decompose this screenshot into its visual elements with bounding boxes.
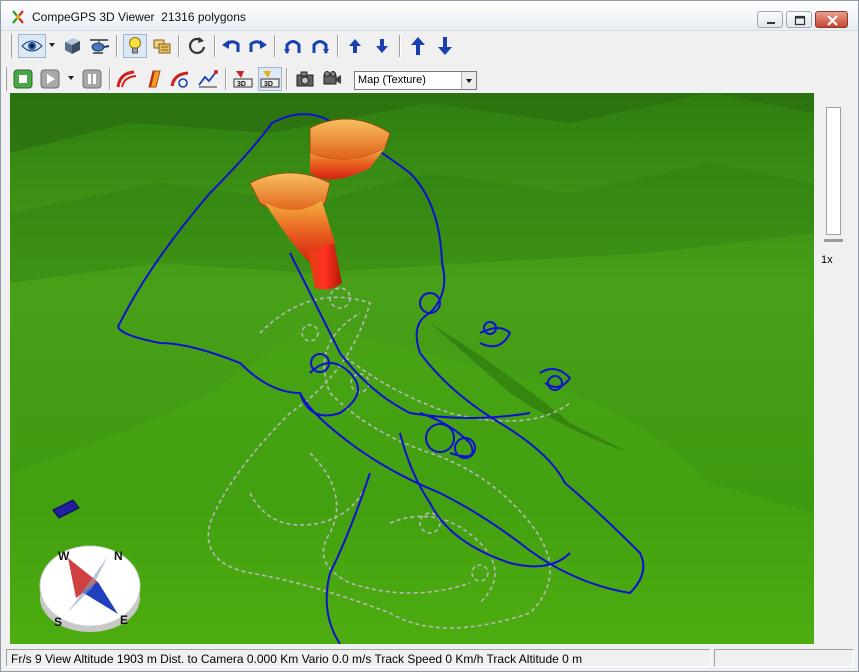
raise-icon (411, 37, 425, 55)
3d-waypoints-button[interactable]: 3D (231, 67, 255, 91)
zoom-level-label: 1x (821, 254, 833, 266)
compegps-logo-icon (12, 10, 24, 24)
raise-button[interactable] (406, 34, 430, 58)
toolbar-separator (116, 35, 118, 57)
track-profile-button[interactable] (196, 67, 220, 91)
play-dropdown-arrow[interactable] (68, 76, 74, 80)
texture-button[interactable] (150, 34, 174, 58)
view-toolbar (1, 31, 858, 62)
close-button[interactable] (815, 11, 848, 28)
pilot-position-marker (52, 499, 80, 519)
toolbar-separator (337, 35, 339, 57)
tilt-up-button[interactable] (281, 34, 305, 58)
refresh-button[interactable] (185, 34, 209, 58)
toolbar-grip[interactable] (9, 34, 12, 58)
lower-icon (438, 37, 452, 55)
track-ribbon-icon (148, 70, 161, 88)
texture-icon (153, 39, 171, 54)
toolbar-grip[interactable] (4, 67, 7, 91)
video-camera-button[interactable] (320, 67, 344, 91)
cube-icon (65, 38, 80, 54)
arrow-up-icon (349, 39, 361, 53)
compass-e-label: E (120, 613, 128, 627)
refresh-icon (189, 37, 206, 54)
compass-n-label: N (114, 549, 123, 563)
rotate-left-icon (222, 40, 240, 52)
helicopter-icon (90, 39, 110, 54)
3d-waypoints-icon: 3D (233, 71, 253, 88)
camera-icon (296, 71, 314, 87)
helicopter-view-button[interactable] (87, 34, 111, 58)
zoom-slider[interactable] (826, 107, 841, 235)
eye-view-dropdown-arrow[interactable] (49, 43, 55, 47)
status-pane-secondary (714, 649, 854, 667)
status-bar: Fr/s 9 View Altitude 1903 m Dist. to Cam… (1, 646, 858, 671)
track-profile-icon (198, 70, 218, 88)
track-shadow-icon (170, 71, 189, 88)
title-bar: CompeGPS 3D Viewer 21316 polygons (1, 1, 858, 31)
compass-w-label: W (58, 549, 70, 563)
stop-icon (13, 69, 33, 89)
camera-button[interactable] (293, 67, 317, 91)
zoom-panel: 1x (814, 93, 858, 644)
light-button[interactable] (123, 34, 147, 58)
3d-labels-button[interactable]: 3D (258, 67, 282, 91)
pause-icon (82, 69, 102, 89)
3d-viewport[interactable]: W N S E (10, 93, 814, 644)
svg-text:3D: 3D (237, 81, 246, 88)
stop-button[interactable] (11, 67, 35, 91)
tilt-up-icon (284, 40, 301, 54)
cube-view-button[interactable] (60, 34, 84, 58)
tilt-down-icon (312, 40, 329, 54)
toolbar-separator (178, 35, 180, 57)
move-down-button[interactable] (370, 34, 394, 58)
maximize-button[interactable] (786, 11, 812, 28)
track-line-button[interactable] (115, 67, 139, 91)
rotate-right-button[interactable] (246, 34, 270, 58)
map-type-value: Map (Texture) (358, 74, 426, 86)
arrow-down-icon (376, 39, 388, 53)
zoom-slider-thumb[interactable] (824, 239, 843, 242)
compass-s-label: S (54, 615, 62, 629)
move-up-button[interactable] (343, 34, 367, 58)
track-line-icon (116, 70, 137, 88)
tilt-down-button[interactable] (308, 34, 332, 58)
maximize-icon (794, 15, 806, 26)
play-icon (40, 69, 60, 89)
toolbar-separator (286, 68, 288, 90)
toolbar-separator (225, 68, 227, 90)
status-pane-main: Fr/s 9 View Altitude 1903 m Dist. to Cam… (6, 649, 711, 667)
track-shadow-button[interactable] (169, 67, 193, 91)
pause-button[interactable] (80, 67, 104, 91)
chevron-down-icon[interactable] (461, 72, 476, 89)
3d-labels-icon: 3D (260, 71, 280, 88)
toolbar-separator (109, 68, 111, 90)
eye-icon (21, 40, 43, 52)
toolbar-separator (274, 35, 276, 57)
compass-rose-icon: W N S E (39, 545, 141, 632)
minimize-icon (767, 22, 775, 24)
rotate-right-icon (249, 40, 267, 52)
track-ribbon-button[interactable] (142, 67, 166, 91)
close-icon (827, 15, 838, 26)
toolbar-separator (214, 35, 216, 57)
minimize-button[interactable] (757, 11, 783, 28)
map-type-select[interactable]: Map (Texture) (354, 71, 477, 90)
lower-button[interactable] (433, 34, 457, 58)
app-window: CompeGPS 3D Viewer 21316 polygons 3D 3D … (0, 0, 859, 672)
status-text: Fr/s 9 View Altitude 1903 m Dist. to Cam… (11, 652, 583, 666)
playback-toolbar: 3D 3D Map (Texture) (1, 64, 858, 95)
play-button[interactable] (38, 67, 62, 91)
light-bulb-icon (129, 37, 141, 54)
toolbar-separator (399, 35, 401, 57)
eye-view-button[interactable] (18, 34, 46, 58)
window-title: CompeGPS 3D Viewer 21316 polygons (32, 10, 246, 24)
svg-text:3D: 3D (264, 81, 273, 88)
video-camera-icon (323, 71, 341, 85)
rotate-left-button[interactable] (219, 34, 243, 58)
